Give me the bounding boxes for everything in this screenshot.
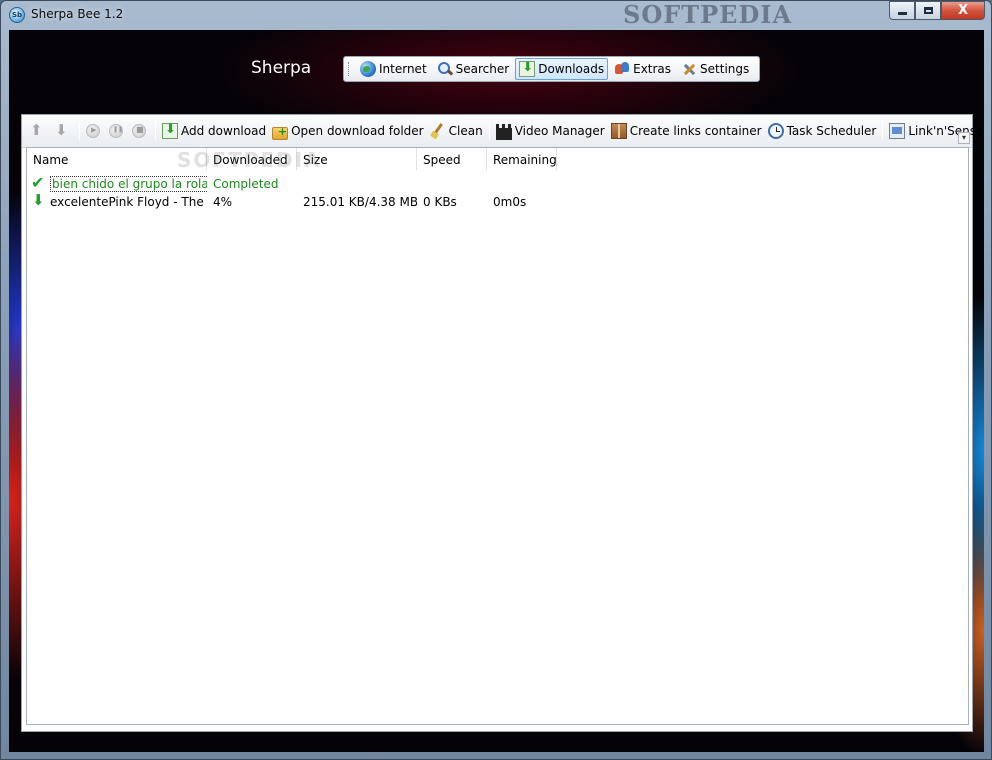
down-arrow-icon: [31, 194, 47, 210]
remaining-cell: 0m0s: [493, 194, 527, 209]
tab-label: Extras: [633, 62, 672, 76]
column-header-name[interactable]: Name: [27, 148, 207, 170]
toolbar-separator: [488, 122, 490, 140]
app-icon[interactable]: Sb: [9, 7, 25, 23]
column-header-speed[interactable]: Speed: [417, 148, 487, 170]
resume-button[interactable]: [83, 120, 106, 142]
tab-settings[interactable]: Settings: [677, 58, 753, 80]
magnifier-icon: [437, 61, 453, 77]
watermark: SOFTPEDIA: [623, 0, 793, 29]
checkmark-icon: [31, 176, 47, 192]
app-window: Sb Sherpa Bee 1.2 SOFTPEDIA X Sherpa Int…: [0, 0, 992, 760]
column-header-size[interactable]: Size: [297, 148, 417, 170]
tools-icon: [681, 61, 697, 77]
links-container-label: Create links container: [629, 124, 762, 138]
open-folder-button[interactable]: Open download folder: [269, 120, 427, 142]
size-cell: 215.01 KB/4.38 MB: [303, 194, 417, 209]
caption-buttons: X: [889, 1, 985, 21]
move-down-button[interactable]: [51, 120, 76, 142]
video-manager-label: Video Manager: [514, 124, 605, 138]
speed-cell: 0 KBs: [423, 194, 457, 209]
stop-button[interactable]: [129, 120, 152, 142]
video-manager-button[interactable]: Video Manager: [493, 120, 608, 142]
downloaded-cell: Completed: [213, 176, 279, 191]
tab-searcher[interactable]: Searcher: [433, 58, 514, 80]
task-scheduler-button[interactable]: Task Scheduler: [765, 120, 880, 142]
column-header-downloaded[interactable]: Downloaded: [207, 148, 297, 170]
clean-label: Clean: [448, 124, 483, 138]
sensor-icon: [889, 123, 906, 139]
pause-button[interactable]: [106, 120, 129, 142]
title-bar[interactable]: Sb Sherpa Bee 1.2 SOFTPEDIA X: [1, 1, 991, 29]
pause-icon: [109, 124, 123, 138]
tab-label: Internet: [379, 62, 427, 76]
file-name: bien chido el grupo la rola i...: [50, 175, 207, 192]
name-cell: excelentePink Floyd - The Gr...: [27, 194, 207, 210]
move-up-button[interactable]: [26, 120, 51, 142]
file-name: excelentePink Floyd - The Gr...: [50, 194, 207, 209]
tab-label: Downloads: [538, 62, 605, 76]
globe-icon: [360, 61, 376, 77]
downloads-toolbar: Add download Open download folder Clean …: [22, 115, 984, 148]
tab-label: Searcher: [455, 62, 510, 76]
play-icon: [86, 124, 100, 138]
tab-label: Settings: [700, 62, 750, 76]
people-icon: [614, 61, 630, 77]
toolbar-separator: [882, 122, 884, 140]
add-download-label: Add download: [181, 124, 267, 138]
arrow-up-icon: [29, 121, 45, 139]
folder-icon: [272, 125, 289, 140]
open-folder-label: Open download folder: [291, 124, 424, 138]
downloaded-cell: 4%: [213, 194, 233, 209]
table-row[interactable]: excelentePink Floyd - The Gr... 4% 215.0…: [27, 193, 557, 210]
link-sensor-label: Link'n'Sensor: [908, 124, 984, 138]
arrow-down-icon: [54, 121, 70, 139]
brand-label: Sherpa: [251, 58, 312, 78]
tab-extras[interactable]: Extras: [610, 58, 675, 80]
clock-icon: [767, 123, 784, 139]
maximize-icon: [923, 7, 933, 14]
client-area: Sherpa Internet Searcher Downloads Extra…: [9, 30, 984, 752]
toolbar-overflow-button[interactable]: ▾: [958, 132, 970, 144]
close-button[interactable]: X: [941, 1, 985, 20]
column-header-remaining[interactable]: Remaining: [487, 148, 557, 170]
minimize-icon: [897, 12, 907, 15]
add-download-icon: [162, 122, 178, 139]
name-cell: bien chido el grupo la rola i...: [27, 175, 207, 192]
main-nav: Internet Searcher Downloads Extras Setti…: [343, 56, 761, 82]
toolbar-separator: [155, 122, 156, 140]
downloads-list[interactable]: Name Downloaded Size Speed Remaining bie…: [26, 147, 969, 725]
clean-button[interactable]: Clean: [427, 120, 486, 142]
toolbar-separator: [79, 122, 80, 140]
stop-icon: [132, 124, 146, 138]
downloads-panel: Add download Open download folder Clean …: [21, 114, 984, 732]
box-icon: [610, 123, 627, 139]
maximize-button[interactable]: [915, 1, 941, 20]
broom-icon: [430, 123, 446, 139]
add-download-button[interactable]: Add download: [159, 120, 269, 142]
minimize-button[interactable]: [889, 1, 915, 20]
links-container-button[interactable]: Create links container: [608, 120, 765, 142]
download-icon: [519, 60, 536, 77]
list-header: Name Downloaded Size Speed Remaining: [27, 148, 557, 170]
nav-grip[interactable]: [348, 62, 352, 76]
window-title: Sherpa Bee 1.2: [31, 7, 124, 21]
close-icon: X: [957, 3, 969, 18]
table-row[interactable]: bien chido el grupo la rola i... Complet…: [27, 175, 557, 192]
clapperboard-icon: [495, 124, 512, 140]
tab-downloads[interactable]: Downloads: [515, 58, 609, 80]
tab-internet[interactable]: Internet: [356, 58, 431, 80]
task-scheduler-label: Task Scheduler: [786, 124, 877, 138]
